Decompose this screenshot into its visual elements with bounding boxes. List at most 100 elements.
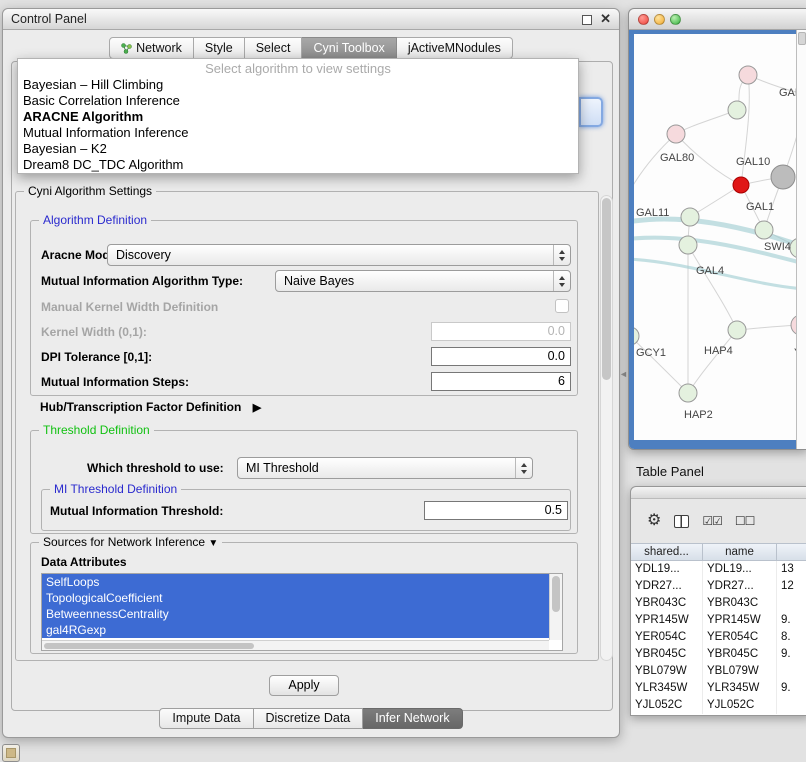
scrollbar-thumb[interactable]	[798, 32, 806, 45]
table-cell: YBL079W	[631, 663, 703, 680]
node-label: GCY1	[636, 347, 666, 359]
titlebar[interactable]: Control Panel ✕	[3, 9, 619, 30]
expand-icon[interactable]: ▶	[253, 402, 261, 414]
table-row[interactable]: YLR345WYLR345W9.	[631, 680, 806, 697]
tab-jactivemnodules[interactable]: jActiveMNodules	[397, 37, 513, 59]
dpi-tolerance-field[interactable]: 0.0	[431, 347, 571, 366]
column-header[interactable]: shared...	[631, 544, 703, 560]
gear-icon[interactable]: ⚙	[647, 513, 661, 529]
table-row[interactable]: YBR043CYBR043C	[631, 595, 806, 612]
network-node[interactable]	[728, 321, 746, 339]
mi-type-select[interactable]: Naive Bayes	[275, 270, 571, 292]
algorithm-option[interactable]: Bayesian – K2	[18, 141, 578, 157]
algorithm-option[interactable]: Basic Correlation Inference	[18, 93, 578, 109]
table-row[interactable]: YDL19...YDL19...13	[631, 561, 806, 578]
table-cell: YDR27...	[703, 578, 777, 595]
deselect-all-icon[interactable]: ☐☐	[735, 515, 755, 527]
tab-discretize-data[interactable]: Discretize Data	[254, 708, 364, 729]
table-row[interactable]: YBR045CYBR045C9.	[631, 646, 806, 663]
close-traffic-light-icon[interactable]	[638, 14, 649, 25]
data-attributes-label: Data Attributes	[41, 555, 127, 569]
network-node[interactable]	[679, 236, 697, 254]
aracne-mode-select[interactable]: Discovery	[107, 244, 571, 266]
node-label: SWI4	[764, 241, 791, 253]
manual-kernel-checkbox[interactable]	[555, 299, 569, 313]
minimize-traffic-light-icon[interactable]	[654, 14, 665, 25]
float-window-icon[interactable]	[582, 15, 592, 25]
settings-scrollbar[interactable]	[600, 195, 613, 661]
table-cell: 13	[777, 561, 806, 578]
table-cell: YJL052C	[703, 697, 777, 714]
network-node[interactable]	[771, 165, 795, 189]
network-canvas[interactable]: GAL8GAL80GAL10GAL11GAL1SWI4GAL4GCY1HAP4Y…	[634, 34, 796, 440]
table-titlebar[interactable]	[631, 487, 806, 499]
network-node[interactable]	[728, 101, 746, 119]
network-graph[interactable]: GAL8GAL80GAL10GAL11GAL1SWI4GAL4GCY1HAP4Y…	[634, 34, 796, 440]
algorithm-select-fragment[interactable]	[579, 97, 603, 127]
node-label: GAL80	[660, 152, 694, 164]
hub-definition-toggle[interactable]: Hub/Transcription Factor Definition ▶	[40, 400, 261, 414]
network-frame: GAL8GAL80GAL10GAL11GAL1SWI4GAL4GCY1HAP4Y…	[629, 30, 806, 449]
select-all-icon[interactable]: ☑☑	[702, 515, 722, 527]
table-row[interactable]: YJL052CYJL052C	[631, 697, 806, 714]
network-node[interactable]	[667, 125, 685, 143]
network-node[interactable]	[679, 384, 697, 402]
attribute-item[interactable]: BetweennessCentrality	[42, 606, 549, 622]
attribute-listbox[interactable]: SelfLoopsTopologicalCoefficientBetweenne…	[41, 573, 563, 651]
tab-style[interactable]: Style	[194, 37, 245, 59]
list-vertical-scrollbar[interactable]	[549, 574, 562, 640]
attribute-item[interactable]: gal4RGexp	[42, 622, 549, 638]
table-row[interactable]: YBL079WYBL079W	[631, 663, 806, 680]
scrollbar-thumb[interactable]	[602, 198, 611, 380]
tab-select[interactable]: Select	[245, 37, 303, 59]
mi-steps-field[interactable]: 6	[431, 372, 571, 391]
tab-label: Network	[136, 41, 182, 55]
network-node[interactable]	[634, 327, 639, 345]
collapse-icon[interactable]: ▼	[208, 538, 218, 549]
table-cell: YDL19...	[631, 561, 703, 578]
scrollbar-thumb[interactable]	[44, 643, 254, 649]
algorithm-option[interactable]: ARACNE Algorithm	[18, 109, 578, 125]
apply-button[interactable]: Apply	[269, 675, 339, 696]
zoom-traffic-light-icon[interactable]	[670, 14, 681, 25]
network-node[interactable]	[755, 221, 773, 239]
tab-impute-data[interactable]: Impute Data	[159, 708, 253, 729]
which-threshold-select[interactable]: MI Threshold	[237, 457, 533, 479]
sources-group: Sources for Network Inference ▼ Data Att…	[30, 542, 578, 654]
combo-arrows-icon	[553, 271, 570, 291]
columns-icon[interactable]	[674, 515, 689, 528]
network-node[interactable]	[739, 66, 757, 84]
table-cell: YBR045C	[631, 646, 703, 663]
network-node[interactable]	[681, 208, 699, 226]
attribute-item[interactable]: SelfLoops	[42, 574, 549, 590]
close-icon[interactable]: ✕	[600, 11, 611, 27]
algorithm-option[interactable]: Mutual Information Inference	[18, 125, 578, 141]
table-row[interactable]: YDR27...YDR27...12	[631, 578, 806, 595]
mi-threshold-field[interactable]: 0.5	[424, 501, 568, 520]
network-vertical-scrollbar[interactable]	[796, 30, 806, 449]
column-header[interactable]: name	[703, 544, 777, 560]
node-label: GAL1	[746, 201, 774, 213]
network-titlebar[interactable]	[629, 9, 806, 30]
dropdown-placeholder: Select algorithm to view settings	[18, 61, 578, 77]
algorithm-dropdown: Select algorithm to view settings Bayesi…	[17, 58, 579, 174]
algorithm-option[interactable]: Bayesian – Hill Climbing	[18, 77, 578, 93]
tab-network[interactable]: Network	[109, 37, 194, 59]
table-row[interactable]: YPR145WYPR145W9.	[631, 612, 806, 629]
scrollbar-thumb[interactable]	[552, 576, 560, 612]
tab-infer-network[interactable]: Infer Network	[363, 708, 462, 729]
network-node[interactable]	[733, 177, 749, 193]
table-panel-window: ⚙ ☑☑ ☐☐ shared... name YDL19...YDL19...1…	[630, 486, 806, 716]
algorithm-option[interactable]: Dream8 DC_TDC Algorithm	[18, 157, 578, 173]
minimized-panel-icon[interactable]	[2, 744, 20, 762]
column-header[interactable]	[777, 544, 806, 560]
kernel-width-field: 0.0	[431, 322, 571, 341]
tab-cyni-toolbox[interactable]: Cyni Toolbox	[302, 37, 396, 59]
list-horizontal-scrollbar[interactable]	[42, 640, 549, 650]
table-row[interactable]: YER054CYER054C8.	[631, 629, 806, 646]
table-cell	[777, 595, 806, 612]
attribute-item[interactable]: TopologicalCoefficient	[42, 590, 549, 606]
mi-type-label: Mutual Information Algorithm Type:	[41, 274, 243, 288]
algorithm-definition-group: Algorithm Definition Aracne Mode: Discov…	[30, 220, 578, 396]
splitter-collapse-icon[interactable]: ◄	[619, 369, 628, 379]
